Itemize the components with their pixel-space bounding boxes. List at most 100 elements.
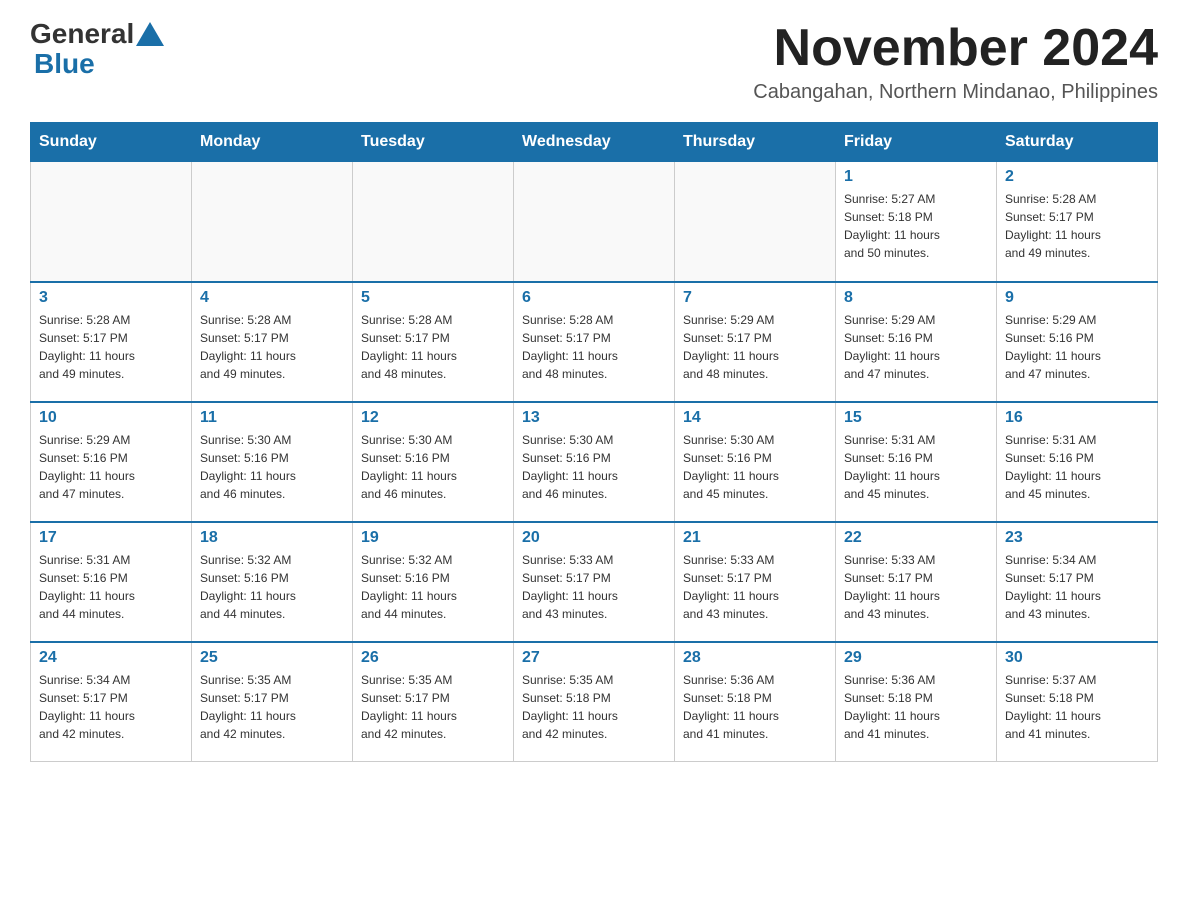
day-number: 19: [361, 529, 505, 547]
day-info: Sunrise: 5:31 AMSunset: 5:16 PMDaylight:…: [844, 431, 988, 503]
day-number: 1: [844, 168, 988, 186]
calendar-day-cell: [353, 162, 514, 282]
calendar-day-cell: 17 Sunrise: 5:31 AMSunset: 5:16 PMDayligh…: [31, 522, 192, 642]
day-info: Sunrise: 5:31 AMSunset: 5:16 PMDaylight:…: [39, 551, 183, 623]
day-number: 9: [1005, 289, 1149, 307]
day-number: 28: [683, 649, 827, 667]
day-info: Sunrise: 5:31 AMSunset: 5:16 PMDaylight:…: [1005, 431, 1149, 503]
day-info: Sunrise: 5:36 AMSunset: 5:18 PMDaylight:…: [844, 671, 988, 743]
day-number: 8: [844, 289, 988, 307]
calendar-day-cell: [31, 162, 192, 282]
calendar-day-cell: 16 Sunrise: 5:31 AMSunset: 5:16 PMDayligh…: [997, 402, 1158, 522]
day-info: Sunrise: 5:27 AMSunset: 5:18 PMDaylight:…: [844, 190, 988, 262]
day-info: Sunrise: 5:33 AMSunset: 5:17 PMDaylight:…: [844, 551, 988, 623]
calendar-header-tuesday: Tuesday: [353, 123, 514, 162]
day-info: Sunrise: 5:28 AMSunset: 5:17 PMDaylight:…: [200, 311, 344, 383]
day-info: Sunrise: 5:29 AMSunset: 5:16 PMDaylight:…: [1005, 311, 1149, 383]
day-number: 12: [361, 409, 505, 427]
calendar-day-cell: 26 Sunrise: 5:35 AMSunset: 5:17 PMDayligh…: [353, 642, 514, 762]
calendar-day-cell: 2Sunrise: 5:28 AMSunset: 5:17 PMDaylight…: [997, 162, 1158, 282]
calendar-day-cell: 12 Sunrise: 5:30 AMSunset: 5:16 PMDayligh…: [353, 402, 514, 522]
day-info: Sunrise: 5:36 AMSunset: 5:18 PMDaylight:…: [683, 671, 827, 743]
calendar-header-row: SundayMondayTuesdayWednesdayThursdayFrid…: [31, 123, 1158, 162]
day-info: Sunrise: 5:35 AMSunset: 5:17 PMDaylight:…: [361, 671, 505, 743]
day-info: Sunrise: 5:35 AMSunset: 5:18 PMDaylight:…: [522, 671, 666, 743]
calendar-day-cell: 23 Sunrise: 5:34 AMSunset: 5:17 PMDayligh…: [997, 522, 1158, 642]
day-number: 11: [200, 409, 344, 427]
calendar-header-sunday: Sunday: [31, 123, 192, 162]
month-title: November 2024: [753, 20, 1158, 77]
calendar-day-cell: 14 Sunrise: 5:30 AMSunset: 5:16 PMDayligh…: [675, 402, 836, 522]
day-number: 13: [522, 409, 666, 427]
calendar-header-monday: Monday: [192, 123, 353, 162]
day-number: 17: [39, 529, 183, 547]
calendar-day-cell: 8 Sunrise: 5:29 AMSunset: 5:16 PMDaylight…: [836, 282, 997, 402]
day-number: 20: [522, 529, 666, 547]
day-info: Sunrise: 5:30 AMSunset: 5:16 PMDaylight:…: [200, 431, 344, 503]
day-info: Sunrise: 5:32 AMSunset: 5:16 PMDaylight:…: [200, 551, 344, 623]
logo-blue-text: Blue: [34, 48, 95, 80]
logo: General Blue: [30, 20, 166, 80]
day-number: 23: [1005, 529, 1149, 547]
day-number: 25: [200, 649, 344, 667]
calendar-day-cell: 5Sunrise: 5:28 AMSunset: 5:17 PMDaylight…: [353, 282, 514, 402]
day-number: 3: [39, 289, 183, 307]
calendar-week-row: 24Sunrise: 5:34 AMSunset: 5:17 PMDayligh…: [31, 642, 1158, 762]
calendar-day-cell: 24Sunrise: 5:34 AMSunset: 5:17 PMDayligh…: [31, 642, 192, 762]
day-info: Sunrise: 5:30 AMSunset: 5:16 PMDaylight:…: [683, 431, 827, 503]
calendar-day-cell: 6Sunrise: 5:28 AMSunset: 5:17 PMDaylight…: [514, 282, 675, 402]
calendar-header-friday: Friday: [836, 123, 997, 162]
calendar-day-cell: 25 Sunrise: 5:35 AMSunset: 5:17 PMDayligh…: [192, 642, 353, 762]
calendar-day-cell: 19 Sunrise: 5:32 AMSunset: 5:16 PMDayligh…: [353, 522, 514, 642]
day-number: 14: [683, 409, 827, 427]
calendar-day-cell: 3Sunrise: 5:28 AMSunset: 5:17 PMDaylight…: [31, 282, 192, 402]
logo-triangle-icon: [136, 22, 164, 46]
day-number: 22: [844, 529, 988, 547]
calendar-day-cell: [675, 162, 836, 282]
day-info: Sunrise: 5:33 AMSunset: 5:17 PMDaylight:…: [683, 551, 827, 623]
day-number: 18: [200, 529, 344, 547]
day-number: 27: [522, 649, 666, 667]
calendar-day-cell: 11 Sunrise: 5:30 AMSunset: 5:16 PMDayligh…: [192, 402, 353, 522]
calendar-header-thursday: Thursday: [675, 123, 836, 162]
day-info: Sunrise: 5:29 AMSunset: 5:16 PMDaylight:…: [844, 311, 988, 383]
day-info: Sunrise: 5:37 AMSunset: 5:18 PMDaylight:…: [1005, 671, 1149, 743]
location-title: Cabangahan, Northern Mindanao, Philippin…: [753, 81, 1158, 104]
day-number: 15: [844, 409, 988, 427]
calendar-header-saturday: Saturday: [997, 123, 1158, 162]
calendar-day-cell: [514, 162, 675, 282]
day-number: 16: [1005, 409, 1149, 427]
day-info: Sunrise: 5:33 AMSunset: 5:17 PMDaylight:…: [522, 551, 666, 623]
calendar-day-cell: 18 Sunrise: 5:32 AMSunset: 5:16 PMDayligh…: [192, 522, 353, 642]
day-number: 29: [844, 649, 988, 667]
day-info: Sunrise: 5:30 AMSunset: 5:16 PMDaylight:…: [522, 431, 666, 503]
day-number: 24: [39, 649, 183, 667]
day-number: 6: [522, 289, 666, 307]
calendar-day-cell: 28 Sunrise: 5:36 AMSunset: 5:18 PMDayligh…: [675, 642, 836, 762]
day-number: 21: [683, 529, 827, 547]
logo-general-text: General: [30, 20, 134, 48]
calendar-week-row: 3 Sunrise: 5:28 AMSunset: 5:17 PMDaylight…: [31, 282, 1158, 402]
calendar-day-cell: 29 Sunrise: 5:36 AMSunset: 5:18 PMDayligh…: [836, 642, 997, 762]
day-info: Sunrise: 5:34 AMSunset: 5:17 PMDaylight:…: [1005, 551, 1149, 623]
title-area: November 2024 Cabangahan, Northern Minda…: [753, 20, 1158, 104]
day-info: Sunrise: 5:32 AMSunset: 5:16 PMDaylight:…: [361, 551, 505, 623]
day-info: Sunrise: 5:30 AMSunset: 5:16 PMDaylight:…: [361, 431, 505, 503]
day-number: 26: [361, 649, 505, 667]
calendar-day-cell: 9 Sunrise: 5:29 AMSunset: 5:16 PMDaylight…: [997, 282, 1158, 402]
calendar-day-cell: 21 Sunrise: 5:33 AMSunset: 5:17 PMDayligh…: [675, 522, 836, 642]
day-info: Sunrise: 5:35 AMSunset: 5:17 PMDaylight:…: [200, 671, 344, 743]
day-info: Sunrise: 5:29 AMSunset: 5:16 PMDaylight:…: [39, 431, 183, 503]
calendar-day-cell: 20 Sunrise: 5:33 AMSunset: 5:17 PMDayligh…: [514, 522, 675, 642]
calendar-day-cell: 1 Sunrise: 5:27 AMSunset: 5:18 PMDaylight…: [836, 162, 997, 282]
calendar-week-row: 17 Sunrise: 5:31 AMSunset: 5:16 PMDayligh…: [31, 522, 1158, 642]
calendar-day-cell: 27 Sunrise: 5:35 AMSunset: 5:18 PMDayligh…: [514, 642, 675, 762]
calendar-day-cell: 13 Sunrise: 5:30 AMSunset: 5:16 PMDayligh…: [514, 402, 675, 522]
calendar-day-cell: 30 Sunrise: 5:37 AMSunset: 5:18 PMDayligh…: [997, 642, 1158, 762]
day-info: Sunrise: 5:28 AMSunset: 5:17 PMDaylight:…: [361, 311, 505, 383]
day-info: Sunrise: 5:28 AMSunset: 5:17 PMDaylight:…: [1005, 190, 1149, 262]
calendar-day-cell: [192, 162, 353, 282]
day-number: 4: [200, 289, 344, 307]
day-number: 30: [1005, 649, 1149, 667]
calendar-day-cell: 10Sunrise: 5:29 AMSunset: 5:16 PMDayligh…: [31, 402, 192, 522]
